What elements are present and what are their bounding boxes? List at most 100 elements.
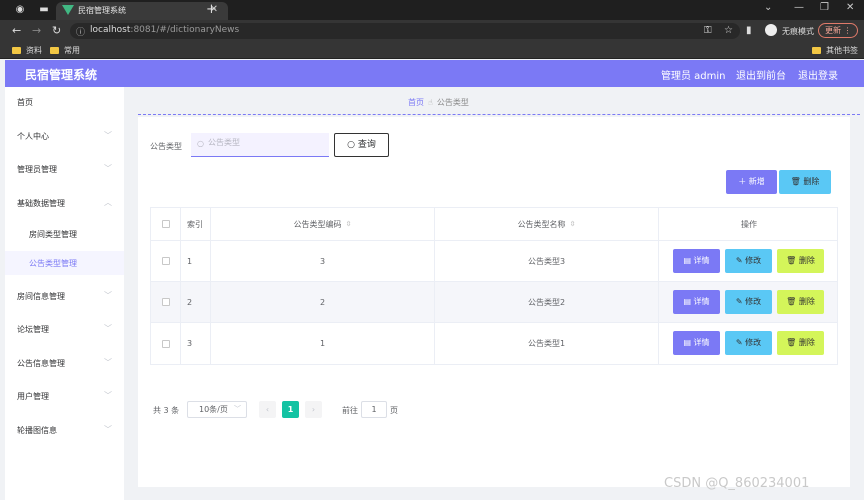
logout-link[interactable]: 退出登录 xyxy=(798,67,838,82)
header-code[interactable]: 公告类型编码 ⇳ xyxy=(211,208,435,240)
breadcrumb-separator-icon: ☝ xyxy=(428,98,433,107)
edit-label: 修改 xyxy=(745,297,762,306)
batch-delete-button[interactable]: 🗑 删除 xyxy=(779,170,831,194)
row-index: 1 xyxy=(181,241,211,281)
update-button[interactable]: 更新 ⋮ xyxy=(818,23,858,38)
delete-label: 删除 xyxy=(803,177,820,186)
new-tab-icon[interactable]: + xyxy=(206,2,217,17)
chevron-down-icon: ﹀ xyxy=(104,358,112,367)
bookmark-folder-1[interactable]: 资料 xyxy=(12,45,42,56)
row-actions: ▤ 详情 ✎ 修改 🗑 删除 xyxy=(659,241,839,281)
close-window-icon[interactable]: ✕ xyxy=(846,2,854,13)
page-size-select[interactable]: 10条/页 ﹀ xyxy=(187,401,247,418)
tab-window-icon[interactable]: ▬ xyxy=(38,4,50,16)
delete-button[interactable]: 🗑 删除 xyxy=(777,249,824,273)
chevron-down-icon: ﹀ xyxy=(104,291,112,300)
pencil-icon: ✎ xyxy=(735,297,743,306)
folder-icon xyxy=(812,47,821,54)
bookmark-label: 常用 xyxy=(64,46,80,55)
sidebar-item-label: 房间信息管理 xyxy=(17,292,65,301)
active-browser-tab[interactable]: 民宿管理系统 ✕ xyxy=(56,2,228,20)
incognito-icon[interactable] xyxy=(765,24,777,36)
github-icon[interactable]: ◉ xyxy=(14,4,26,16)
admin-label: 管理员 admin xyxy=(661,71,726,82)
key-icon[interactable]: ⚿ xyxy=(704,25,712,36)
minimize-icon[interactable]: — xyxy=(794,2,804,13)
search-input[interactable] xyxy=(208,138,323,147)
bookmark-folder-2[interactable]: 常用 xyxy=(50,45,80,56)
data-table: 索引 公告类型编码 ⇳ 公告类型名称 ⇳ 操作 1 3 公告类型3 ▤ 详情 ✎ 修… xyxy=(150,207,838,365)
back-icon[interactable]: ← xyxy=(12,24,21,37)
delete-button[interactable]: 🗑 删除 xyxy=(777,290,824,314)
folder-icon xyxy=(50,47,59,54)
exit-to-frontend-link[interactable]: 退出到前台 xyxy=(736,67,786,82)
sidebar-item-forum[interactable]: 论坛管理 ﹀ xyxy=(5,317,124,341)
page-number-current[interactable]: 1 xyxy=(282,401,299,418)
sort-icon[interactable]: ⇳ xyxy=(570,220,576,228)
site-info-icon[interactable]: ⓘ xyxy=(76,25,85,38)
sidebar-item-label: 公告信息管理 xyxy=(17,359,65,368)
search-field[interactable]: ○ xyxy=(191,133,329,157)
detail-button[interactable]: ▤ 详情 xyxy=(673,249,720,273)
sort-icon[interactable]: ⇳ xyxy=(346,220,352,228)
row-checkbox[interactable] xyxy=(161,257,170,265)
pencil-icon: ✎ xyxy=(735,256,743,265)
side-panel-icon[interactable]: ▮ xyxy=(746,25,752,36)
tab-search-chevron-icon[interactable]: ⌄ xyxy=(764,2,772,13)
breadcrumb-current: 公告类型 xyxy=(436,98,469,107)
detail-button[interactable]: ▤ 详情 xyxy=(673,290,720,314)
edit-button[interactable]: ✎ 修改 xyxy=(725,331,772,355)
sidebar-item-notice-type[interactable]: 公告类型管理 xyxy=(5,251,124,275)
search-label: 公告类型 xyxy=(150,142,182,151)
row-checkbox[interactable] xyxy=(161,298,170,306)
goto-page-input[interactable]: 1 xyxy=(361,401,387,418)
sidebar-item-room-type[interactable]: 房间类型管理 xyxy=(5,222,124,246)
reload-icon[interactable]: ↻ xyxy=(52,24,61,37)
chevron-up-icon: ︿ xyxy=(104,198,112,207)
sidebar-item-room-info[interactable]: 房间信息管理 ﹀ xyxy=(5,284,124,308)
trash-icon: 🗑 xyxy=(790,177,801,186)
chevron-down-icon: ﹀ xyxy=(104,425,112,434)
sidebar-item-notice-info[interactable]: 公告信息管理 ﹀ xyxy=(5,351,124,375)
sidebar-item-carousel[interactable]: 轮播图信息 ﹀ xyxy=(5,418,124,442)
sidebar-item-label: 公告类型管理 xyxy=(29,259,77,268)
row-checkbox[interactable] xyxy=(161,339,170,348)
browser-tab-title: 民宿管理系统 xyxy=(78,6,126,15)
url-text[interactable]: localhost:8081/#/dictionaryNews xyxy=(90,25,239,35)
edit-button[interactable]: ✎ 修改 xyxy=(725,249,772,273)
row-name: 公告类型2 xyxy=(435,282,659,322)
delete-button[interactable]: 🗑 删除 xyxy=(777,331,824,355)
edit-button[interactable]: ✎ 修改 xyxy=(725,290,772,314)
table-row: 3 1 公告类型1 ▤ 详情 ✎ 修改 🗑 删除 xyxy=(151,323,837,364)
sidebar-item-admin[interactable]: 管理员管理 ﹀ xyxy=(5,157,124,181)
forward-icon[interactable]: → xyxy=(32,24,41,37)
row-name: 公告类型3 xyxy=(435,241,659,281)
address-bar[interactable]: ⓘ localhost:8081/#/dictionaryNews xyxy=(70,23,740,39)
sidebar-item-users[interactable]: 用户管理 ﹀ xyxy=(5,384,124,408)
restore-icon[interactable]: ❐ xyxy=(820,2,829,13)
breadcrumb: 首页 ☝ 公告类型 xyxy=(408,97,469,108)
document-icon: ▤ xyxy=(683,338,691,347)
next-page-button[interactable]: › xyxy=(305,401,322,418)
other-bookmarks[interactable]: 其他书签 xyxy=(812,45,858,56)
vue-logo-icon xyxy=(62,5,74,15)
search-icon: ○ xyxy=(347,140,355,150)
delete-label: 删除 xyxy=(798,297,815,306)
breadcrumb-divider xyxy=(138,114,860,115)
sidebar-item-home[interactable]: 首页 xyxy=(5,90,124,114)
content-card: 公告类型 ○ ○ 查询 ＋ 新增 🗑 删除 索引 公告类型编码 ⇳ 公告类型名称 ⇳… xyxy=(138,117,850,487)
bookmark-star-icon[interactable]: ☆ xyxy=(724,25,733,36)
query-button[interactable]: ○ 查询 xyxy=(334,133,389,157)
row-code: 2 xyxy=(211,282,435,322)
sidebar-item-label: 首页 xyxy=(17,98,33,107)
sidebar-item-profile[interactable]: 个人中心 ﹀ xyxy=(5,124,124,148)
select-all-checkbox[interactable] xyxy=(161,220,170,228)
add-button[interactable]: ＋ 新增 xyxy=(726,170,777,194)
header-name[interactable]: 公告类型名称 ⇳ xyxy=(435,208,659,240)
breadcrumb-home[interactable]: 首页 xyxy=(408,98,424,107)
detail-button[interactable]: ▤ 详情 xyxy=(673,331,720,355)
sidebar-item-base-data[interactable]: 基础数据管理 ︿ xyxy=(5,191,124,215)
trash-icon: 🗑 xyxy=(786,338,797,347)
prev-page-button[interactable]: ‹ xyxy=(259,401,276,418)
row-select-cell xyxy=(151,323,181,364)
